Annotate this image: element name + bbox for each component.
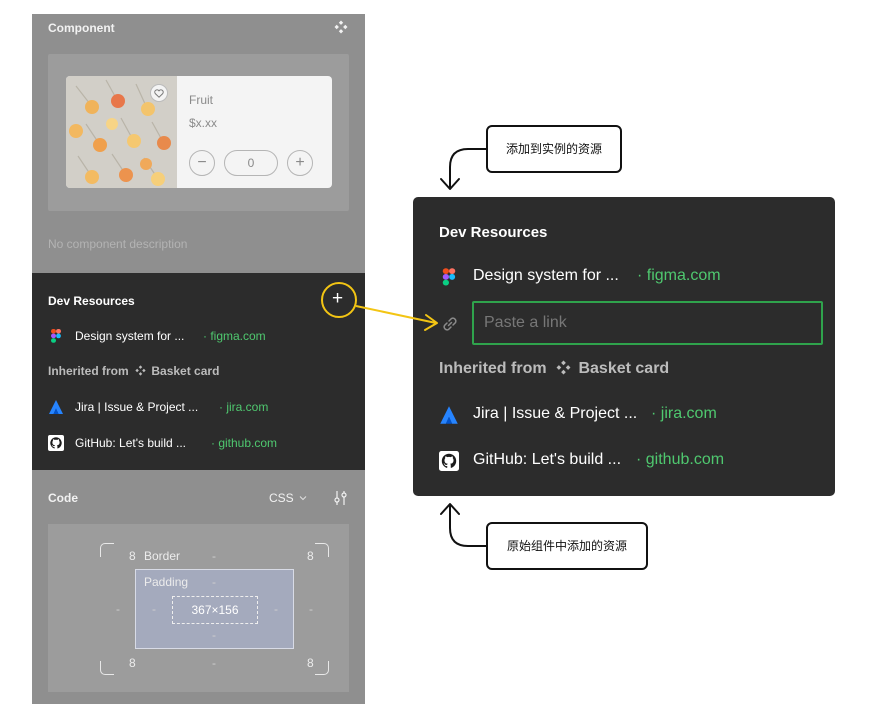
plus-icon: + — [332, 288, 344, 309]
content-size: 367×156 — [172, 596, 258, 624]
dev-resources-section: Dev Resources + Design system for ... · … — [32, 273, 365, 470]
border-top-left-value: 8 — [129, 549, 136, 563]
callout-instance-resources: 添加到实例的资源 — [486, 125, 622, 173]
inherited-component-name[interactable]: Basket card — [151, 364, 219, 378]
resource-title: Jira | Issue & Project ... — [473, 405, 638, 422]
dev-resources-zoom: Dev Resources Design system for ... · fi… — [413, 197, 835, 496]
resource-item[interactable]: Design system for ... · figma.com — [48, 327, 348, 345]
resource-title: Design system for ... — [473, 267, 619, 284]
resource-item[interactable]: Design system for ... · figma.com — [439, 266, 819, 288]
callout-arrow-bottom — [449, 505, 486, 547]
border-right-value: - — [309, 602, 313, 616]
inherited-from-label: Inherited from Basket card — [48, 364, 219, 378]
jira-icon — [440, 406, 458, 424]
component-diamond-icon — [135, 365, 146, 376]
border-bottom-value: - — [212, 656, 216, 670]
resource-item[interactable]: Jira | Issue & Project ... · jira.com — [439, 404, 819, 426]
component-section-title: Component — [48, 21, 115, 35]
increment-button[interactable]: + — [287, 150, 313, 176]
border-top-right-value: 8 — [307, 549, 314, 563]
resource-link[interactable]: · github.com — [636, 451, 724, 469]
link-icon — [443, 317, 457, 331]
favorite-button[interactable] — [150, 84, 168, 102]
resource-link[interactable]: · github.com — [211, 436, 277, 450]
inherited-label-text: Inherited from — [48, 364, 129, 378]
jira-icon — [49, 400, 63, 414]
inspect-panel: Component Fruit $x.xx − 0 + No component… — [32, 14, 365, 704]
language-select[interactable]: CSS — [269, 491, 294, 505]
resource-item[interactable]: GitHub: Let's build ... · github.com — [439, 450, 819, 472]
resource-link[interactable]: · jira.com — [651, 405, 717, 423]
dev-resources-title: Dev Resources — [48, 294, 135, 308]
resource-title: Design system for ... — [75, 329, 185, 343]
quantity-stepper[interactable]: 0 — [224, 150, 278, 176]
figma-icon — [442, 268, 456, 286]
callout-inherited-resources: 原始组件中添加的资源 — [486, 522, 648, 570]
resource-link[interactable]: · figma.com — [203, 329, 266, 343]
inherited-label-text: Inherited from — [439, 360, 547, 377]
resource-item[interactable]: GitHub: Let's build ... · github.com — [48, 434, 348, 452]
paste-link-input[interactable] — [472, 301, 823, 345]
heart-icon — [154, 88, 164, 98]
padding-bottom-value: - — [212, 628, 216, 642]
inherited-component-name[interactable]: Basket card — [578, 360, 669, 377]
component-preview: Fruit $x.xx − 0 + — [48, 54, 349, 211]
resource-title: GitHub: Let's build ... — [75, 436, 187, 450]
settings-sliders-icon[interactable] — [333, 490, 349, 506]
box-model-diagram: 8 Border - 8 - - 8 - 8 Padding - - - - 3… — [48, 524, 349, 692]
component-diamond-icon[interactable] — [334, 20, 348, 34]
product-price: $x.xx — [189, 116, 218, 130]
border-top-value: - — [212, 549, 216, 563]
padding-left-value: - — [152, 602, 156, 616]
resource-title: Jira | Issue & Project ... — [75, 400, 199, 414]
resource-item[interactable]: Jira | Issue & Project ... · jira.com — [48, 398, 348, 416]
github-icon — [48, 435, 64, 451]
border-bottom-left-value: 8 — [129, 656, 136, 670]
padding-label: Padding — [144, 575, 189, 589]
border-label: Border — [144, 549, 181, 563]
border-bottom-right-value: 8 — [307, 656, 314, 670]
resource-link[interactable]: · jira.com — [219, 400, 268, 414]
resource-title: GitHub: Let's build ... — [473, 451, 622, 468]
decrement-button[interactable]: − — [189, 150, 215, 176]
inherited-from-label: Inherited from Basket card — [439, 360, 669, 378]
chevron-down-icon[interactable] — [299, 494, 307, 502]
component-description: No component description — [48, 237, 188, 251]
basket-card: Fruit $x.xx − 0 + — [66, 76, 332, 188]
callout-arrow-top — [449, 148, 486, 188]
padding-right-value: - — [274, 602, 278, 616]
border-left-value: - — [116, 602, 120, 616]
padding-top-value: - — [212, 575, 216, 589]
resource-link[interactable]: · figma.com — [637, 267, 721, 285]
dev-resources-title: Dev Resources — [439, 224, 548, 241]
figma-icon — [51, 329, 61, 343]
component-diamond-icon — [556, 360, 571, 375]
code-section-title: Code — [48, 491, 78, 505]
product-name: Fruit — [189, 93, 213, 107]
github-icon — [439, 451, 459, 471]
